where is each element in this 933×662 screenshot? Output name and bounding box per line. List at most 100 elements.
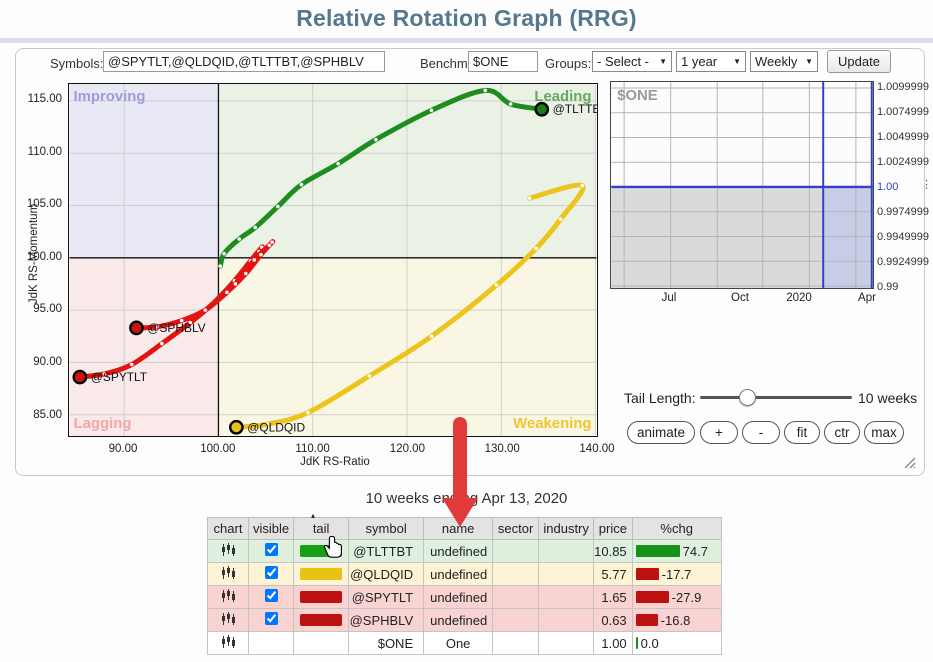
quadrant-label-weakening: Weakening (513, 416, 591, 432)
sector-cell (493, 563, 539, 586)
industry-cell (539, 586, 594, 609)
tail-color-swatch-@SPHBLV[interactable] (300, 614, 342, 626)
rrg-y-tick: 115.00 (16, 93, 62, 105)
table-row-@SPHBLV: @SPHBLVundefined0.63-16.8 (208, 609, 722, 632)
header-divider (0, 38, 933, 43)
update-button[interactable]: Update (827, 50, 891, 73)
column-header-sector[interactable]: sector (493, 518, 539, 540)
benchmark-y-tick: 1.0099999 (877, 81, 929, 93)
benchmark-x-tick: Apr (858, 292, 876, 304)
page-title: Relative Rotation Graph (RRG) (0, 5, 933, 32)
endpoint-marker-@TLTTBT[interactable] (536, 103, 548, 115)
benchmark-y-tick: 0.9974999 (877, 206, 929, 218)
benchmark-title: $ONE (617, 88, 658, 104)
quadrant-label-improving: Improving (73, 89, 145, 105)
candlestick-chart-icon[interactable] (221, 566, 236, 580)
column-header-price[interactable]: price (594, 518, 633, 540)
symbol-cell[interactable]: @TLTTBT (349, 540, 424, 563)
pct-change-value: 74.7 (683, 544, 708, 559)
endpoint-marker-@QLDQID[interactable] (230, 421, 242, 433)
candlestick-chart-icon[interactable] (221, 612, 236, 626)
table-row-$ONE: $ONEOne1.000.0 (208, 632, 722, 655)
pct-change-cell: -27.9 (632, 586, 721, 609)
column-header-symbol[interactable]: symbol (349, 518, 424, 540)
symbol-cell[interactable]: @SPHBLV (349, 609, 424, 632)
chevron-down-icon: ▼ (805, 57, 813, 66)
pct-change-cell: -16.8 (632, 609, 721, 632)
resize-handle-icon[interactable] (902, 455, 917, 470)
annotation-arrow (453, 417, 467, 500)
tail-length-value: 10 weeks (858, 390, 917, 406)
pct-change-bar (636, 614, 658, 626)
name-cell: undefined (424, 586, 493, 609)
pct-change-value: -16.8 (661, 613, 691, 628)
visible-checkbox-@SPHBLV[interactable] (265, 612, 278, 625)
column-header-industry[interactable]: industry (539, 518, 594, 540)
candlestick-chart-icon[interactable] (221, 543, 236, 557)
tail-length-slider-track[interactable] (700, 396, 852, 399)
symbols-table: chartvisibletailsymbolnamesectorindustry… (207, 517, 722, 655)
symbol-cell[interactable]: $ONE (349, 632, 424, 655)
max-button[interactable]: max (864, 421, 904, 444)
rrg-y-tick: 85.00 (16, 409, 62, 421)
ctr-button[interactable]: ctr (824, 421, 860, 444)
industry-cell (539, 609, 594, 632)
price-cell: 1.65 (594, 586, 633, 609)
rrg-x-tick: 120.00 (390, 443, 425, 455)
benchmark-input[interactable] (468, 51, 538, 72)
tail-color-swatch-@SPYTLT[interactable] (300, 591, 342, 603)
zoom-in-button[interactable]: + (700, 421, 738, 444)
rrg-x-tick: 90.00 (109, 443, 138, 455)
quadrant-label-lagging: Lagging (73, 416, 131, 432)
visible-checkbox-@SPYTLT[interactable] (265, 589, 278, 602)
quadrant-lagging (69, 258, 218, 436)
tail-length-label: Tail Length: (624, 390, 696, 406)
benchmark-selection-region[interactable] (823, 187, 873, 288)
tail-length-slider-thumb[interactable] (739, 389, 756, 406)
animate-button[interactable]: animate (627, 421, 695, 444)
name-cell: undefined (424, 540, 493, 563)
endpoint-label-@SPYTLT: @SPYTLT (91, 370, 148, 384)
rrg-x-axis-title: JdK RS-Ratio (280, 456, 390, 468)
sector-cell (493, 586, 539, 609)
period-select[interactable]: 1 year ▼ (676, 51, 746, 72)
interval-select-value: Weekly (755, 54, 797, 69)
tail-color-swatch-@QLDQID[interactable] (300, 568, 342, 580)
benchmark-value-handle[interactable]: ⋮ (921, 178, 932, 191)
groups-label: Groups: (545, 56, 591, 71)
zoom-out-button[interactable]: - (742, 421, 780, 444)
endpoint-marker-@SPHBLV[interactable] (130, 322, 142, 334)
benchmark-y-tick: 0.9924999 (877, 256, 929, 268)
rrg-x-tick: 100.00 (200, 443, 235, 455)
column-header-visible[interactable]: visible (249, 518, 294, 540)
symbol-cell[interactable]: @QLDQID (349, 563, 424, 586)
groups-select[interactable]: - Select - ▼ (592, 51, 672, 72)
rrg-chart[interactable]: ImprovingLeadingLaggingWeakening@TLTTBT@… (68, 83, 598, 437)
pct-change-value: -27.9 (672, 590, 702, 605)
interval-select[interactable]: Weekly ▼ (750, 51, 818, 72)
column-header-pctchg[interactable]: %chg (632, 518, 721, 540)
visible-checkbox-@TLTTBT[interactable] (265, 543, 278, 556)
pct-change-value: -17.7 (662, 567, 692, 582)
benchmark-chart[interactable]: $ONE (610, 81, 874, 289)
rrg-y-tick: 110.00 (16, 146, 62, 158)
symbols-input[interactable] (103, 51, 385, 72)
quadrant-improving (69, 84, 218, 258)
symbol-cell[interactable]: @SPYTLT (349, 586, 424, 609)
endpoint-label-@SPHBLV: @SPHBLV (147, 321, 205, 335)
fit-button[interactable]: fit (784, 421, 820, 444)
benchmark-y-tick: 1.00 (877, 181, 898, 193)
rrg-x-tick: 140.00 (579, 443, 614, 455)
sector-cell (493, 632, 539, 655)
pct-change-bar (636, 637, 638, 649)
visible-checkbox-@QLDQID[interactable] (265, 566, 278, 579)
candlestick-chart-icon[interactable] (221, 589, 236, 603)
benchmark-x-tick: Jul (662, 292, 677, 304)
pct-change-bar (636, 568, 659, 580)
column-header-chart[interactable]: chart (208, 518, 249, 540)
benchmark-y-tick: 0.9949999 (877, 231, 929, 243)
industry-cell (539, 632, 594, 655)
endpoint-marker-@SPYTLT[interactable] (74, 371, 86, 383)
pct-change-cell: 74.7 (632, 540, 721, 563)
candlestick-chart-icon[interactable] (221, 635, 236, 649)
